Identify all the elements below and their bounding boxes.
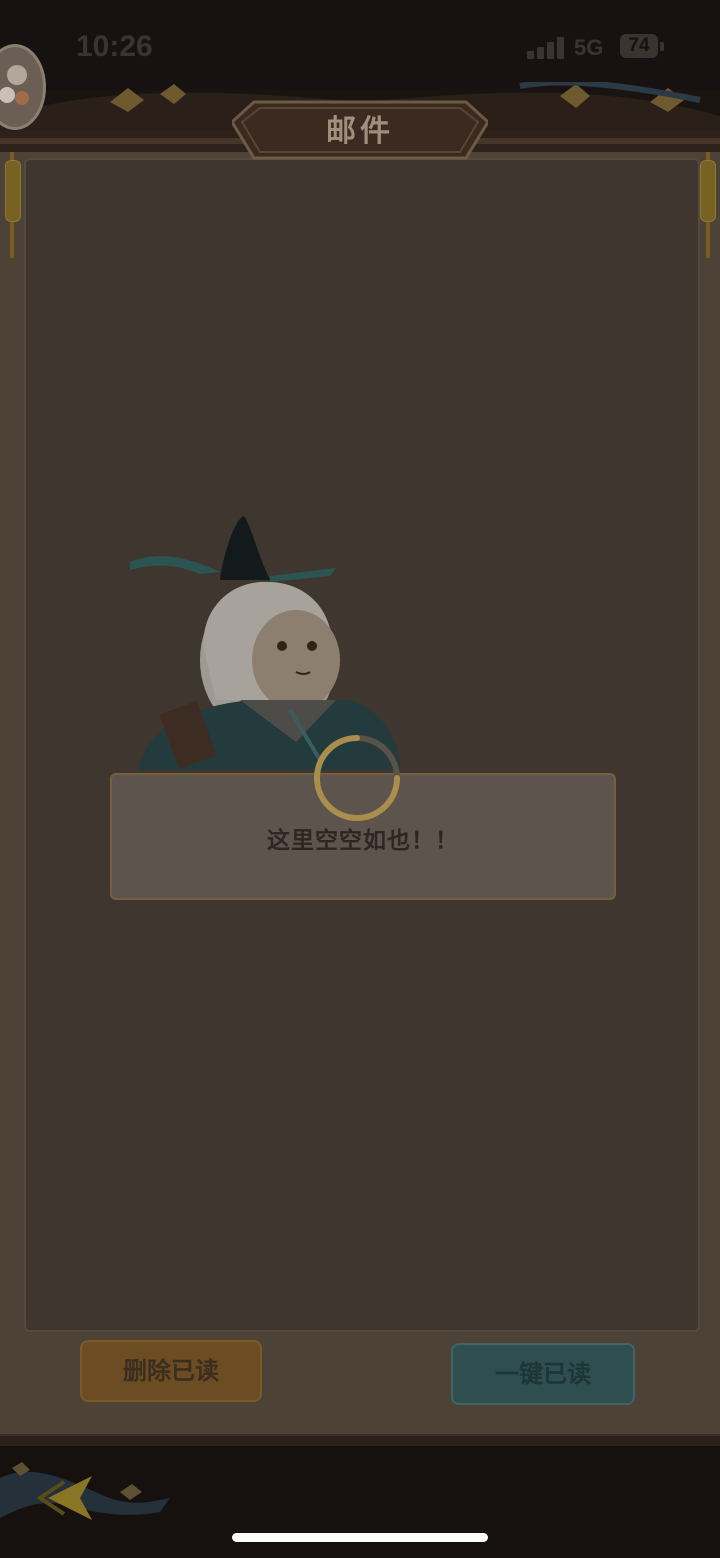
left-tassel xyxy=(5,160,21,222)
battery-tip xyxy=(660,42,664,51)
home-indicator xyxy=(232,1533,488,1542)
network-label: 5G xyxy=(574,35,604,60)
back-arrow-icon[interactable] xyxy=(0,1458,170,1538)
loading-spinner-icon xyxy=(314,735,400,821)
delete-read-button[interactable]: 删除已读 xyxy=(80,1340,262,1402)
battery-level: 74 xyxy=(628,35,650,56)
page-title: 邮件 xyxy=(326,114,394,149)
signal-icon xyxy=(527,37,565,59)
status-time: 10:26 xyxy=(76,30,153,63)
mark-all-read-button[interactable]: 一键已读 xyxy=(451,1343,635,1405)
battery-icon: 74 xyxy=(620,34,658,58)
bottom-frame-edge xyxy=(0,1434,720,1446)
empty-message: 这里空空如也！！ xyxy=(267,828,459,854)
right-tassel xyxy=(700,160,716,222)
